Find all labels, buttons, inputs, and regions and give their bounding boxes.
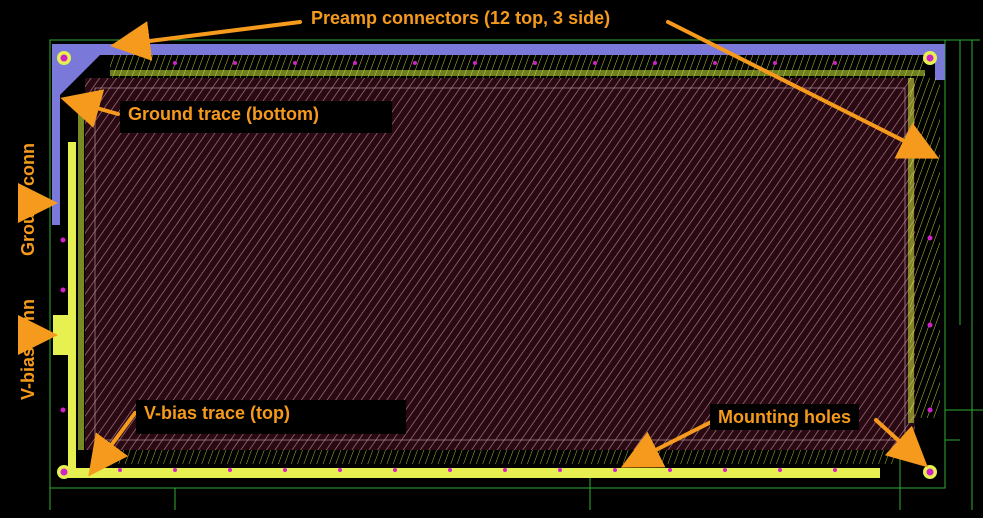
label-mounting-holes: Mounting holes: [710, 404, 859, 430]
pcb-layout-diagram: Preamp connectors (12 top, 3 side) Groun…: [0, 0, 983, 513]
label-vbias-conn: V-bias conn: [18, 298, 38, 400]
right-fanout: [910, 78, 940, 418]
label-ground-conn: Ground conn: [18, 143, 38, 256]
label-ground-trace: Ground trace (bottom): [120, 101, 392, 133]
pcb-board-svg: [18, 20, 983, 510]
arrow-preamp-top: [110, 20, 302, 61]
vbias-connector-pad: [53, 315, 71, 355]
label-vbias-trace: V-bias trace (top): [136, 400, 406, 434]
label-preamp-connectors: Preamp connectors (12 top, 3 side): [303, 5, 619, 31]
strip-sensor-area: [85, 78, 915, 450]
